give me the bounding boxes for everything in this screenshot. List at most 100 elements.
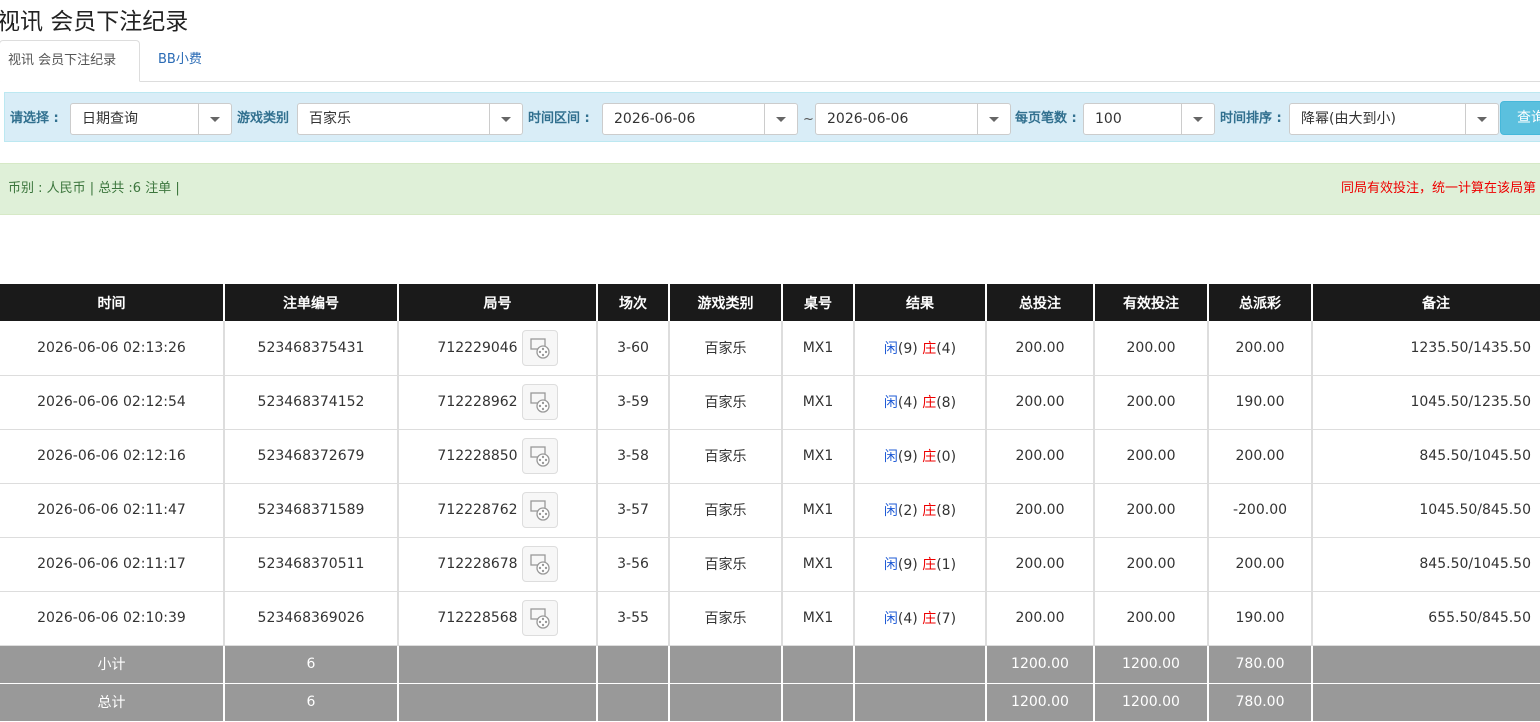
col-header-round-no[interactable]: 局号 (397, 284, 597, 321)
chevron-down-icon (1465, 104, 1498, 134)
col-header-payout[interactable]: 总派彩 (1207, 284, 1312, 321)
cell-order-no: 523468369026 (223, 591, 398, 646)
cell-session: 3-59 (596, 375, 669, 430)
banker-score: (7) (936, 611, 957, 627)
sort-select[interactable]: 降幂(由大到小) (1289, 103, 1499, 135)
cell-result[interactable]: 闲(9) 庄(1) (853, 537, 986, 592)
chevron-down-icon (198, 104, 231, 134)
player-score: (9) (897, 340, 918, 357)
cell-order-no: 523468375431 (223, 321, 398, 376)
player-label: 闲 (883, 449, 898, 465)
col-header-session[interactable]: 场次 (596, 284, 669, 321)
select-label: 请选择 : (10, 111, 59, 126)
page-size-select[interactable]: 100 (1083, 103, 1215, 135)
game-type-select[interactable]: 百家乐 (297, 103, 523, 135)
cell-time: 2026-06-06 02:11:47 (0, 483, 224, 538)
cell-session: 3-60 (596, 321, 669, 376)
player-label: 闲 (883, 503, 898, 519)
cell-result[interactable]: 闲(4) 庄(7) (853, 591, 986, 646)
col-header-game-type[interactable]: 游戏类别 (668, 284, 782, 321)
cell-total-bet-link[interactable]: 200.00 (985, 429, 1094, 484)
cell-order-no: 523468370511 (223, 537, 398, 592)
banker-label: 庄 (922, 395, 937, 411)
video-replay-icon[interactable] (521, 600, 558, 636)
subtotal-valid-bet: 1200.00 (1093, 645, 1208, 684)
subtotal-row: 小计 6 1200.00 1200.00 780.00 (0, 645, 1540, 684)
cell-result[interactable]: 闲(2) 庄(8) (853, 483, 986, 538)
subtotal-total-bet: 1200.00 (985, 645, 1094, 684)
subtotal-label: 小计 (0, 645, 224, 684)
query-type-select[interactable]: 日期查询 (70, 103, 232, 135)
sort-value: 降幂(由大到小) (1301, 111, 1396, 127)
cell-valid-bet: 200.00 (1093, 483, 1208, 538)
cell-table-no: MX1 (781, 429, 854, 484)
banker-label: 庄 (922, 340, 937, 357)
cell-game-type: 百家乐 (668, 321, 782, 376)
table-header-row: 时间 注单编号 局号 场次 游戏类别 桌号 结果 总投注 有效投注 总派彩 备注 (0, 284, 1540, 321)
cell-game-type: 百家乐 (668, 537, 782, 592)
cell-total-bet-link[interactable]: 200.00 (985, 321, 1094, 376)
banker-label: 庄 (922, 449, 937, 465)
player-label: 闲 (883, 557, 898, 573)
cell-result[interactable]: 闲(9) 庄(4) (853, 321, 986, 376)
cell-payout: -200.00 (1207, 483, 1312, 538)
tab-bb-tips[interactable]: BB小费 (150, 40, 210, 82)
cell-session: 3-58 (596, 429, 669, 484)
player-label: 闲 (883, 340, 898, 357)
empty-cell (596, 645, 669, 684)
player-score: (9) (897, 449, 918, 465)
video-replay-icon[interactable] (521, 546, 558, 582)
banker-score: (0) (936, 449, 957, 465)
cell-table-no: MX1 (781, 483, 854, 538)
cell-remark: 1235.50/1435.50 (1311, 321, 1540, 376)
banker-score: (8) (936, 395, 957, 411)
end-date-value: 2026-06-06 (827, 111, 909, 127)
cell-table-no: MX1 (781, 537, 854, 592)
subtotal-payout: 780.00 (1207, 645, 1312, 684)
col-header-total-bet[interactable]: 总投注 (985, 284, 1094, 321)
table-row: 2026-06-06 02:10:39 523468369026 7122285… (0, 591, 1540, 646)
banker-label: 庄 (922, 611, 937, 627)
cell-total-bet-link[interactable]: 200.00 (985, 591, 1094, 646)
empty-cell (668, 683, 782, 722)
tab-live-bet-records[interactable]: 视讯 会员下注纪录 (0, 40, 140, 82)
grand-total-count: 6 (223, 683, 398, 722)
col-header-time[interactable]: 时间 (0, 284, 224, 321)
player-label: 闲 (883, 395, 898, 411)
col-header-valid-bet[interactable]: 有效投注 (1093, 284, 1208, 321)
banker-score: (8) (936, 503, 957, 519)
cell-valid-bet: 200.00 (1093, 429, 1208, 484)
round-no-text: 712228962 (437, 394, 518, 410)
start-date-select[interactable]: 2026-06-06 (602, 103, 798, 135)
video-replay-icon[interactable] (521, 492, 558, 528)
grand-total-label: 总计 (0, 683, 224, 722)
col-header-order-no[interactable]: 注单编号 (223, 284, 398, 321)
notice-text: 同局有效投注，统一计算在该局第 (1341, 181, 1537, 196)
cell-round-no: 712228762 (397, 483, 597, 538)
query-button[interactable]: 查询 (1500, 101, 1540, 135)
table-row: 2026-06-06 02:12:54 523468374152 7122289… (0, 375, 1540, 430)
col-header-result[interactable]: 结果 (853, 284, 986, 321)
video-replay-icon[interactable] (521, 384, 558, 420)
cell-total-bet-link[interactable]: 200.00 (985, 537, 1094, 592)
video-replay-icon[interactable] (521, 329, 558, 366)
col-header-table-no[interactable]: 桌号 (781, 284, 854, 321)
cell-total-bet-link[interactable]: 200.00 (985, 483, 1094, 538)
video-replay-icon[interactable] (521, 438, 558, 474)
cell-order-no: 523468371589 (223, 483, 398, 538)
cell-table-no: MX1 (781, 321, 854, 376)
chevron-down-icon (977, 104, 1010, 134)
cell-order-no: 523468374152 (223, 375, 398, 430)
cell-result[interactable]: 闲(4) 庄(8) (853, 375, 986, 430)
page-title: 视讯 会员下注纪录 (0, 9, 189, 35)
cell-remark: 845.50/1045.50 (1311, 429, 1540, 484)
banker-score: (4) (936, 340, 957, 357)
cell-total-bet-link[interactable]: 200.00 (985, 375, 1094, 430)
grand-total-payout: 780.00 (1207, 683, 1312, 722)
end-date-select[interactable]: 2026-06-06 (815, 103, 1011, 135)
cell-time: 2026-06-06 02:13:26 (0, 321, 224, 376)
empty-cell (853, 683, 986, 722)
col-header-remark[interactable]: 备注 (1311, 284, 1540, 321)
filter-bar: 请选择 : 日期查询 游戏类别 百家乐 时间区间 : 2026-06-06 ~ … (4, 92, 1540, 142)
cell-result[interactable]: 闲(9) 庄(0) (853, 429, 986, 484)
